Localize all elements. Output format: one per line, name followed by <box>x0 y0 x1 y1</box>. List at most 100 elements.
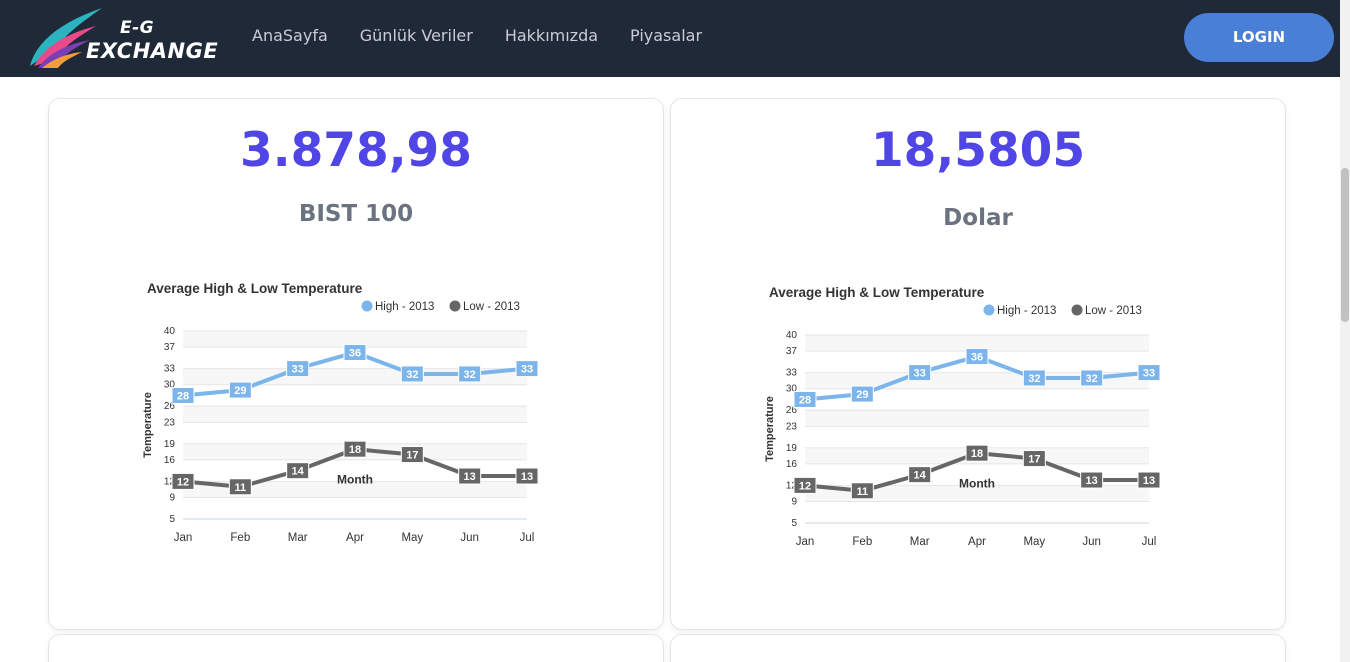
market-card <box>670 634 1286 662</box>
x-tick-label: Jun <box>1082 536 1101 548</box>
x-tick-label: Mar <box>288 532 308 544</box>
data-label: 13 <box>1143 475 1155 487</box>
x-tick-label: May <box>1023 536 1045 548</box>
legend-marker <box>1071 304 1083 316</box>
market-card-dolar: 18,5805 Dolar 40 37 33 30 26 23 19 16 12 9 5 Averag… <box>670 98 1286 630</box>
data-label: 13 <box>1086 475 1098 487</box>
data-label: 17 <box>406 450 418 462</box>
legend-label: High - 2013 <box>375 301 434 313</box>
data-label: 33 <box>521 364 533 376</box>
data-label: 36 <box>349 347 361 359</box>
chart-svg: 40373330262319161295Average High & Low T… <box>764 285 1161 548</box>
plot-band <box>805 426 1149 448</box>
x-tick-label: Jul <box>1142 536 1157 548</box>
data-label: 28 <box>799 394 811 406</box>
data-label: 33 <box>292 364 304 376</box>
data-label: 36 <box>971 351 983 363</box>
x-tick-label: Mar <box>910 536 930 548</box>
y-tick-label: 23 <box>164 417 176 428</box>
brand-logo[interactable]: E-G EXCHANGE <box>26 4 218 70</box>
y-tick-label: 40 <box>786 330 798 341</box>
legend-marker <box>449 300 461 312</box>
nav-link-anasayfa[interactable]: AnaSayfa <box>252 26 328 45</box>
y-tick-label: 9 <box>169 493 175 504</box>
x-tick-label: Jan <box>174 532 193 544</box>
plot-band <box>183 422 527 444</box>
x-axis-label: Month <box>959 476 995 490</box>
page-scrollbar[interactable] <box>1340 0 1350 662</box>
legend-label: High - 2013 <box>997 305 1056 317</box>
y-tick-label: 37 <box>164 342 176 353</box>
y-tick-label: 40 <box>164 326 176 337</box>
y-tick-label: 19 <box>164 439 176 450</box>
nav-link-gunluk-veriler[interactable]: Günlük Veriler <box>360 26 473 45</box>
data-label: 11 <box>235 482 247 494</box>
chart-title: Average High & Low Temperature <box>769 285 985 300</box>
data-label: 12 <box>799 480 811 492</box>
legend-label: Low - 2013 <box>1085 305 1142 317</box>
y-tick-label: 5 <box>169 514 175 525</box>
y-tick-label: 33 <box>164 364 176 375</box>
x-tick-label: Jun <box>460 532 479 544</box>
y-tick-label: 37 <box>786 346 798 357</box>
legend-marker <box>983 304 995 316</box>
data-label: 17 <box>1028 454 1040 466</box>
data-label: 32 <box>1028 373 1040 385</box>
data-label: 11 <box>857 486 869 498</box>
plot-band <box>183 406 527 423</box>
legend-marker <box>361 300 373 312</box>
x-tick-label: Apr <box>968 536 986 548</box>
data-label: 32 <box>464 369 476 381</box>
data-label: 12 <box>177 476 189 488</box>
y-axis-label: Temperature <box>142 392 154 458</box>
x-tick-label: Jan <box>796 536 815 548</box>
data-label: 14 <box>292 466 305 478</box>
data-label: 29 <box>234 385 246 397</box>
market-card <box>48 634 664 662</box>
market-value: 3.878,98 <box>240 123 472 178</box>
data-label: 33 <box>1143 368 1155 380</box>
y-tick-label: 19 <box>786 443 798 454</box>
x-axis-label: Month <box>337 472 373 486</box>
plot-band <box>805 410 1149 427</box>
y-tick-label: 16 <box>786 459 798 470</box>
market-card-bist100: 3.878,98 BIST 100 40 37 33 30 26 23 19 16 12 9 5 Av… <box>48 98 664 630</box>
x-tick-label: Feb <box>852 536 872 548</box>
x-tick-label: Feb <box>230 532 250 544</box>
data-label: 32 <box>406 369 418 381</box>
chart-title: Average High & Low Temperature <box>147 281 363 296</box>
market-label: BIST 100 <box>298 201 414 227</box>
x-tick-label: Jul <box>520 532 535 544</box>
y-tick-label: 9 <box>791 497 797 508</box>
market-value: 18,5805 <box>870 123 1086 178</box>
y-tick-label: 5 <box>791 518 797 529</box>
data-label: 18 <box>349 444 361 456</box>
data-label: 13 <box>521 471 533 483</box>
logo-text-top: E-G <box>120 18 155 38</box>
data-label: 28 <box>177 390 189 402</box>
y-tick-label: 16 <box>164 455 176 466</box>
plot-band <box>805 501 1149 523</box>
navbar: E-G EXCHANGE AnaSayfa Günlük Veriler Hak… <box>0 0 1340 77</box>
x-tick-label: May <box>401 532 423 544</box>
y-tick-label: 23 <box>786 421 798 432</box>
temperature-chart: 40 37 33 30 26 23 19 16 12 9 5 Average High & Low T… <box>763 279 1173 563</box>
temperature-chart: 40 37 33 30 26 23 19 16 12 9 5 Average High & Low T… <box>141 275 551 559</box>
plot-band <box>183 497 527 519</box>
logo-text-bottom: EXCHANGE <box>86 39 219 63</box>
data-label: 33 <box>914 368 926 380</box>
nav-links: AnaSayfa Günlük Veriler Hakkımızda Piyas… <box>252 26 734 45</box>
data-label: 29 <box>856 389 868 401</box>
y-tick-label: 33 <box>786 368 798 379</box>
nav-link-piyasalar[interactable]: Piyasalar <box>630 26 702 45</box>
chart-svg: 40373330262319161295Average High & Low T… <box>142 281 539 544</box>
data-label: 18 <box>971 448 983 460</box>
login-button[interactable]: LOGIN <box>1184 13 1334 62</box>
nav-link-hakkimizda[interactable]: Hakkımızda <box>505 26 598 45</box>
legend-label: Low - 2013 <box>463 301 520 313</box>
data-label: 13 <box>464 471 476 483</box>
y-axis-label: Temperature <box>764 396 776 462</box>
scrollbar-thumb[interactable] <box>1341 168 1349 322</box>
data-label: 14 <box>914 470 927 482</box>
market-label: Dolar <box>943 205 1013 231</box>
